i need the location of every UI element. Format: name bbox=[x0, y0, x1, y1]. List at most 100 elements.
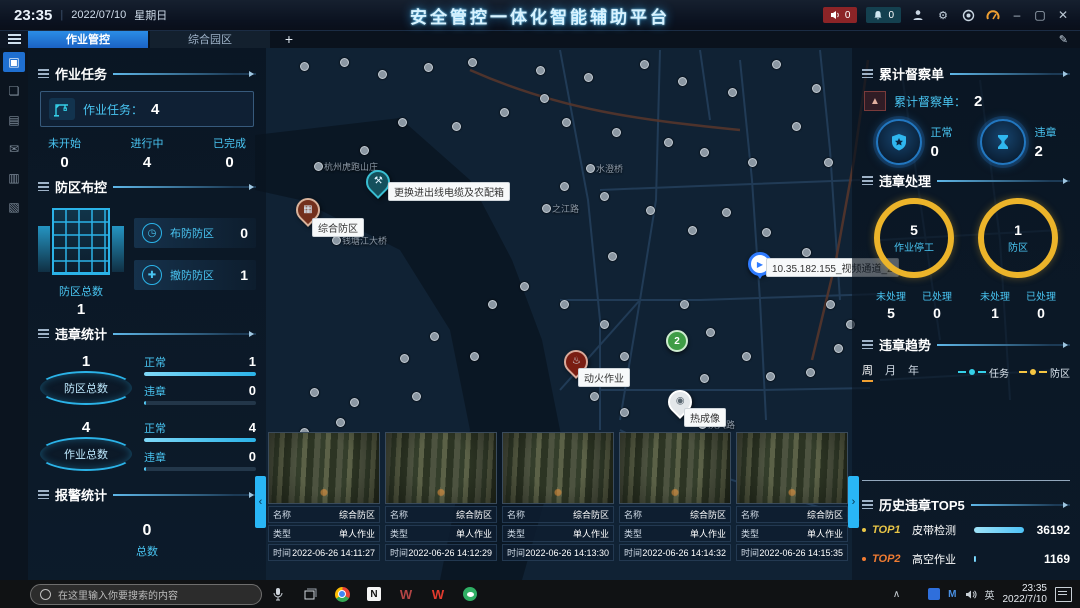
map-poi-dot bbox=[826, 300, 835, 309]
video-thumbnail[interactable] bbox=[385, 432, 497, 504]
alarm-total-block: 0 总数 bbox=[38, 522, 256, 559]
settings-dial-icon[interactable] bbox=[960, 7, 976, 23]
section-title: 报警统计 bbox=[55, 485, 107, 504]
sidebar-item-video[interactable]: ❏ bbox=[3, 81, 25, 101]
map-marker-label: 热成像 bbox=[684, 408, 726, 427]
tray-app-icon[interactable] bbox=[908, 588, 920, 600]
trend-chart-area bbox=[862, 388, 1070, 481]
tab-work-control[interactable]: 作业管控 bbox=[28, 30, 148, 48]
map-poi-dot bbox=[806, 368, 815, 377]
sidebar-item-log[interactable]: ▧ bbox=[3, 197, 25, 217]
video-thumbnail[interactable] bbox=[268, 432, 380, 504]
video-info-row: 名称综合防区 bbox=[385, 506, 497, 523]
map-poi-dot bbox=[620, 408, 629, 417]
notion-icon[interactable]: N bbox=[362, 582, 386, 606]
video-thumbnail[interactable] bbox=[736, 432, 848, 504]
wechat-icon[interactable] bbox=[458, 582, 482, 606]
speaker-alert-badge[interactable]: 0 bbox=[823, 7, 858, 23]
video-thumbnail[interactable] bbox=[619, 432, 731, 504]
map-poi-dot bbox=[664, 138, 673, 147]
map-marker-cluster-badge[interactable]: 2 bbox=[666, 330, 688, 352]
sidebar-item-device[interactable]: ▥ bbox=[3, 168, 25, 188]
tab-campus[interactable]: 综合园区 bbox=[150, 30, 270, 48]
action-center-icon[interactable] bbox=[1055, 587, 1072, 602]
input-language-indicator[interactable]: 英 bbox=[985, 587, 995, 602]
section-deco-icon bbox=[38, 69, 49, 78]
inspection-label: 累计督察单： bbox=[894, 93, 966, 110]
map-marker-label: 动火作业 bbox=[578, 368, 630, 387]
video-card[interactable]: 名称综合防区类型单人作业时间2022-06-26 14:13:30 bbox=[502, 432, 614, 578]
sidebar-item-monitor[interactable]: ▣ bbox=[3, 52, 25, 72]
video-card[interactable]: 名称综合防区类型单人作业时间2022-06-26 14:14:32 bbox=[619, 432, 731, 578]
zone-row-armed[interactable]: ◷ 布防防区 0 bbox=[134, 218, 256, 248]
section-deco-icon bbox=[862, 340, 873, 349]
gear-icon[interactable]: ⚙ bbox=[935, 7, 951, 23]
chrome-icon[interactable] bbox=[330, 582, 354, 606]
map-poi-label: 水澄桥 bbox=[596, 162, 623, 175]
close-button[interactable]: ✕ bbox=[1056, 8, 1070, 22]
user-icon[interactable] bbox=[910, 7, 926, 23]
sidebar-icon-rail: ▣ ❏ ▤ ✉ ▥ ▧ bbox=[0, 48, 28, 580]
search-placeholder: 在这里输入你要搜索的内容 bbox=[58, 587, 178, 602]
w-red-icon[interactable]: W bbox=[426, 582, 450, 606]
taskbar-search-box[interactable]: 在这里输入你要搜索的内容 bbox=[30, 584, 262, 605]
video-card[interactable]: 名称综合防区类型单人作业时间2022-06-26 14:11:27 bbox=[268, 432, 380, 578]
zone-row-disarmed[interactable]: ✚ 撤防防区 1 bbox=[134, 260, 256, 290]
video-prev-button[interactable]: ‹ bbox=[255, 476, 266, 528]
video-card[interactable]: 名称综合防区类型单人作业时间2022-06-26 14:15:35 bbox=[736, 432, 848, 578]
map-marker-thermal-pin[interactable]: ◉热成像 bbox=[668, 390, 692, 414]
tray-m-app-icon[interactable]: M bbox=[948, 589, 956, 600]
maximize-button[interactable]: ▢ bbox=[1033, 8, 1047, 22]
annotation-tool-icon[interactable]: ✎ bbox=[1059, 30, 1068, 48]
trend-tab-month[interactable]: 月 bbox=[885, 362, 896, 382]
map-marker-work-task-pin[interactable]: ⚒更换进出线电缆及农配箱 bbox=[366, 170, 390, 194]
video-info-row: 名称综合防区 bbox=[502, 506, 614, 523]
gauge-icon[interactable] bbox=[985, 7, 1001, 23]
map-poi-dot bbox=[762, 228, 771, 237]
trend-tab-week[interactable]: 周 bbox=[862, 362, 873, 382]
map-marker-hotwork-pin[interactable]: ♨动火作业 bbox=[564, 350, 588, 374]
section-header-top5: 历史违章TOP5 bbox=[862, 495, 1070, 514]
minimize-button[interactable]: – bbox=[1010, 8, 1024, 22]
volume-icon[interactable] bbox=[965, 589, 977, 600]
sidebar-item-message[interactable]: ✉ bbox=[3, 139, 25, 159]
hamburger-menu-icon[interactable] bbox=[0, 30, 28, 48]
section-title: 防区布控 bbox=[55, 177, 107, 196]
section-line bbox=[971, 504, 1070, 506]
ring-zone: 1 防区 未处理1 已处理0 bbox=[970, 198, 1066, 321]
section-title: 违章趋势 bbox=[879, 335, 931, 354]
task-view-icon[interactable] bbox=[298, 582, 322, 606]
building-icon bbox=[52, 208, 110, 275]
map-poi-dot bbox=[584, 73, 593, 82]
add-tab-button[interactable]: + bbox=[272, 30, 306, 48]
map-marker-camera-pin[interactable]: ▶10.35.182.155_视频通道_2 bbox=[748, 252, 772, 276]
map-poi-dot bbox=[824, 158, 833, 167]
ring-job-stop: 5 作业停工 未处理5 已处理0 bbox=[866, 198, 962, 321]
sidebar-item-report[interactable]: ▤ bbox=[3, 110, 25, 130]
map-poi-dot bbox=[398, 118, 407, 127]
tray-expand-icon[interactable]: ∧ bbox=[893, 589, 900, 600]
microphone-icon[interactable] bbox=[266, 582, 290, 606]
inspection-normal: 正常0 bbox=[876, 119, 953, 165]
wps-w-icon[interactable]: W bbox=[394, 582, 418, 606]
map-poi-dot bbox=[332, 236, 341, 245]
bell-alert-badge[interactable]: 0 bbox=[866, 7, 901, 23]
section-line bbox=[113, 333, 256, 335]
tab-bar: 作业管控 综合园区 + ✎ bbox=[0, 30, 1080, 48]
video-card[interactable]: 名称综合防区类型单人作业时间2022-06-26 14:12:29 bbox=[385, 432, 497, 578]
map-poi-dot bbox=[802, 248, 811, 257]
map-poi-dot bbox=[742, 352, 751, 361]
tray-blue-app-icon[interactable] bbox=[928, 588, 940, 600]
group-total-label: 作业总数 bbox=[38, 437, 134, 471]
taskbar-clock[interactable]: 23:35 2022/7/10 bbox=[1003, 583, 1048, 606]
section-deco-icon bbox=[862, 500, 873, 509]
video-next-button[interactable]: › bbox=[848, 476, 859, 528]
section-header-inspection: 累计督察单 bbox=[862, 64, 1070, 83]
trend-tab-year[interactable]: 年 bbox=[908, 362, 919, 382]
map-poi-dot bbox=[360, 146, 369, 155]
video-thumbnail[interactable] bbox=[502, 432, 614, 504]
zone-total-value: 1 bbox=[77, 301, 85, 318]
map-marker-zone-pin[interactable]: ▦综合防区 bbox=[296, 198, 320, 222]
legend-zone: 防区 bbox=[1019, 365, 1070, 380]
video-info-row: 名称综合防区 bbox=[736, 506, 848, 523]
